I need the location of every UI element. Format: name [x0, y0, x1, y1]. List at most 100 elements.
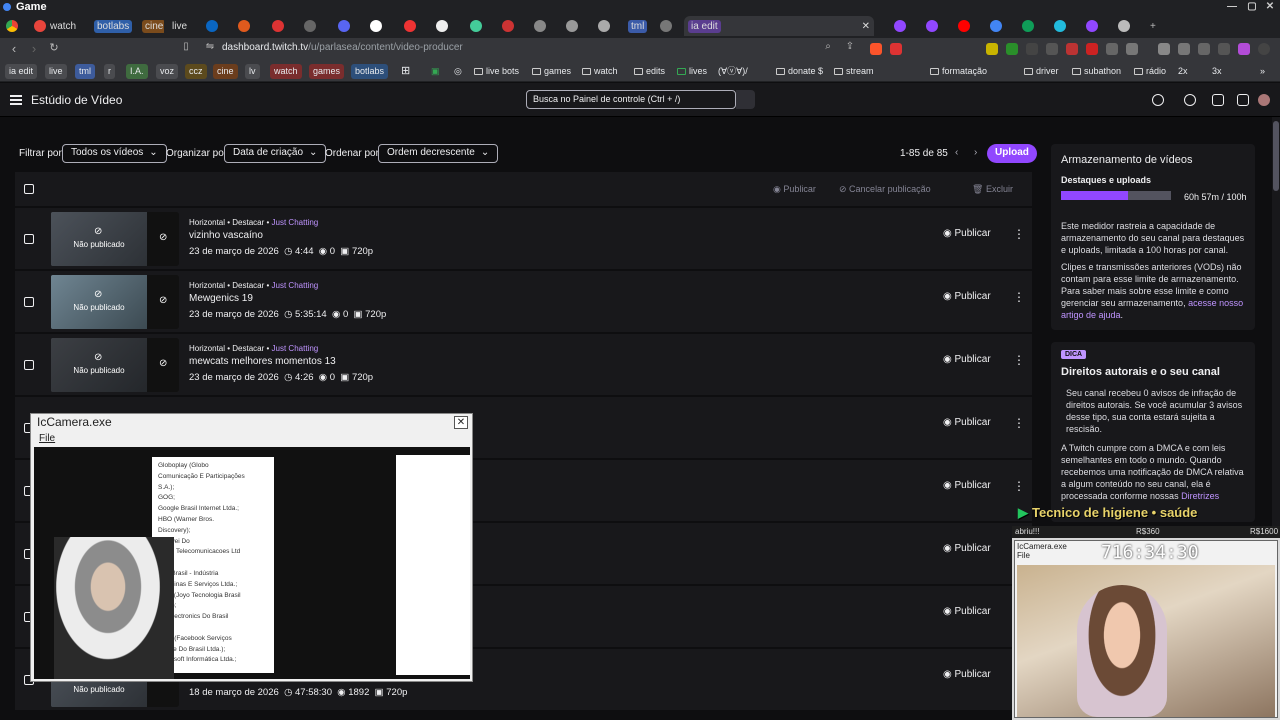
bookmark-folder[interactable]: donate $	[772, 64, 827, 79]
bookmark-folder[interactable]: edits	[630, 64, 669, 79]
more-options-icon[interactable]: ⋮	[1013, 353, 1025, 367]
bookmark-item[interactable]: 3x	[1208, 64, 1226, 79]
bookmark-folder[interactable]: stream	[830, 64, 878, 79]
publish-button[interactable]: ◉ Publicar	[943, 417, 991, 428]
bookmark-chip[interactable]: voz	[156, 64, 179, 79]
bookmark-chip[interactable]: lv	[245, 64, 260, 79]
sheets-icon[interactable]: ▣	[427, 64, 444, 79]
publish-button[interactable]: ◉ Publicar	[943, 228, 991, 239]
bulk-cancel-button[interactable]: ⊘ Cancelar publicação	[839, 184, 931, 195]
menu-icon[interactable]	[10, 95, 22, 105]
video-title[interactable]: vizinho vascaíno	[189, 230, 263, 241]
video-category[interactable]: Just Chatting	[272, 218, 319, 227]
browser-tab[interactable]	[1114, 16, 1130, 36]
browser-tab[interactable]	[1082, 16, 1098, 36]
video-thumbnail[interactable]: ⊘ ⊘ Não publicado	[51, 212, 179, 266]
apps-grid-icon[interactable]: ⊞	[397, 64, 414, 79]
browser-tab[interactable]	[656, 16, 672, 36]
video-category[interactable]: Just Chatting	[272, 281, 319, 290]
new-tab-icon[interactable]: +	[1146, 16, 1162, 36]
site-settings-icon[interactable]: ⇋	[202, 41, 218, 52]
extension-icon[interactable]	[1006, 43, 1018, 55]
bookmark-chip[interactable]: ia edit	[5, 64, 38, 79]
table-row[interactable]: ⊘ ⊘ Não publicado Horizontal • Destacar • …	[15, 271, 1032, 333]
more-options-icon[interactable]: ⋮	[1013, 227, 1025, 241]
forward-icon[interactable]: ›	[26, 41, 42, 56]
bookmark-folder[interactable]: live bots	[470, 64, 523, 79]
bookmark-chip[interactable]: watch	[270, 64, 302, 79]
guidelines-link[interactable]: Diretrizes	[1181, 491, 1219, 501]
bookmark-folder[interactable]: rádio	[1130, 64, 1170, 79]
more-bookmarks-icon[interactable]: »	[1256, 64, 1269, 79]
table-row[interactable]: ⊘ ⊘ Não publicado Horizontal • Destacar • …	[15, 334, 1032, 396]
publish-button[interactable]: ◉ Publicar	[943, 480, 991, 491]
extension-icon[interactable]	[1198, 43, 1210, 55]
table-row[interactable]: ⊘ ⊘ Não publicado Horizontal • Destacar • …	[15, 208, 1032, 270]
video-thumbnail[interactable]: ⊘ ⊘ Não publicado	[51, 338, 179, 392]
help-icon[interactable]	[1184, 94, 1196, 106]
browser-tab[interactable]	[1018, 16, 1034, 36]
extension-icon[interactable]	[1106, 43, 1118, 55]
browser-tab-live[interactable]: live	[168, 16, 192, 36]
share-icon[interactable]: ⇪	[842, 41, 858, 52]
video-category[interactable]: Just Chatting	[272, 344, 319, 353]
tab-close-icon[interactable]: ✕	[862, 21, 870, 32]
bookmark-folder[interactable]: driver	[1020, 64, 1063, 79]
reload-icon[interactable]: ↻	[46, 41, 62, 54]
row-checkbox[interactable]	[24, 234, 34, 244]
prev-page-icon[interactable]: ‹	[955, 147, 958, 158]
browser-tab[interactable]	[2, 16, 28, 36]
video-thumbnail[interactable]: ⊘ ⊘ Não publicado	[51, 275, 179, 329]
back-icon[interactable]: ‹	[6, 41, 22, 56]
brave-icon[interactable]	[870, 43, 882, 55]
browser-tab[interactable]	[300, 16, 316, 36]
browser-tab[interactable]	[234, 16, 250, 36]
video-title[interactable]: Mewgenics 19	[189, 293, 253, 304]
browser-tab[interactable]	[466, 16, 482, 36]
browser-tab[interactable]	[498, 16, 514, 36]
bulk-publish-button[interactable]: ◉ Publicar	[773, 184, 816, 195]
browser-tab-tml[interactable]: tml	[624, 16, 648, 36]
camera-window[interactable]: IcCamera.exe ✕ File Globoplay (Globo Com…	[30, 413, 473, 682]
browser-tab[interactable]	[954, 16, 970, 36]
bookmark-folder[interactable]: watch	[578, 64, 622, 79]
extension-icon[interactable]	[1238, 43, 1250, 55]
more-options-icon[interactable]: ⋮	[1013, 416, 1025, 430]
browser-tab[interactable]	[986, 16, 1002, 36]
bookmark-chip[interactable]: botlabs	[351, 64, 389, 79]
browser-tab[interactable]	[890, 16, 906, 36]
browser-tab[interactable]	[594, 16, 610, 36]
browser-tab-cine[interactable]: cine	[138, 16, 164, 36]
publish-button[interactable]: ◉ Publicar	[943, 354, 991, 365]
extension-icon[interactable]	[890, 43, 902, 55]
bookmark-chip[interactable]: r	[104, 64, 115, 79]
bookmark-item[interactable]: (∀ⓥ∀)/	[714, 64, 752, 79]
bulk-delete-button[interactable]: 🗑 Excluir	[972, 184, 1013, 195]
menu-icon[interactable]	[1258, 43, 1270, 55]
bookmark-chip[interactable]: ccz	[185, 64, 207, 79]
browser-tab-watch[interactable]: watch	[30, 16, 86, 36]
browser-tab-ia-edit[interactable]: ia edit ✕	[684, 16, 874, 36]
search-input[interactable]: Busca no Painel de controle (Ctrl + /)	[526, 90, 736, 109]
bookmark-chip[interactable]: live	[45, 64, 67, 79]
notifications-icon[interactable]	[1152, 94, 1164, 106]
bookmark-icon[interactable]: ▯	[178, 41, 194, 52]
bookmark-folder[interactable]: formatação	[926, 64, 991, 79]
next-page-icon[interactable]: ›	[974, 147, 977, 158]
video-title[interactable]: mewcats melhores momentos 13	[189, 356, 336, 367]
browser-tab[interactable]	[1050, 16, 1066, 36]
bookmark-chip[interactable]: I.A.	[126, 64, 148, 79]
browser-tab[interactable]	[400, 16, 416, 36]
publish-button[interactable]: ◉ Publicar	[943, 669, 991, 680]
browser-tab[interactable]	[202, 16, 218, 36]
filter-dropdown[interactable]: Todos os vídeos	[62, 144, 167, 163]
row-checkbox[interactable]	[24, 297, 34, 307]
site-icon[interactable]: ◎	[450, 64, 466, 79]
browser-tab[interactable]	[562, 16, 578, 36]
organize-dropdown[interactable]: Data de criação	[224, 144, 327, 163]
more-options-icon[interactable]: ⋮	[1013, 479, 1025, 493]
minimize-icon[interactable]: —	[1224, 0, 1240, 14]
publish-button[interactable]: ◉ Publicar	[943, 606, 991, 617]
extension-icon[interactable]	[986, 43, 998, 55]
extension-icon[interactable]	[1086, 43, 1098, 55]
